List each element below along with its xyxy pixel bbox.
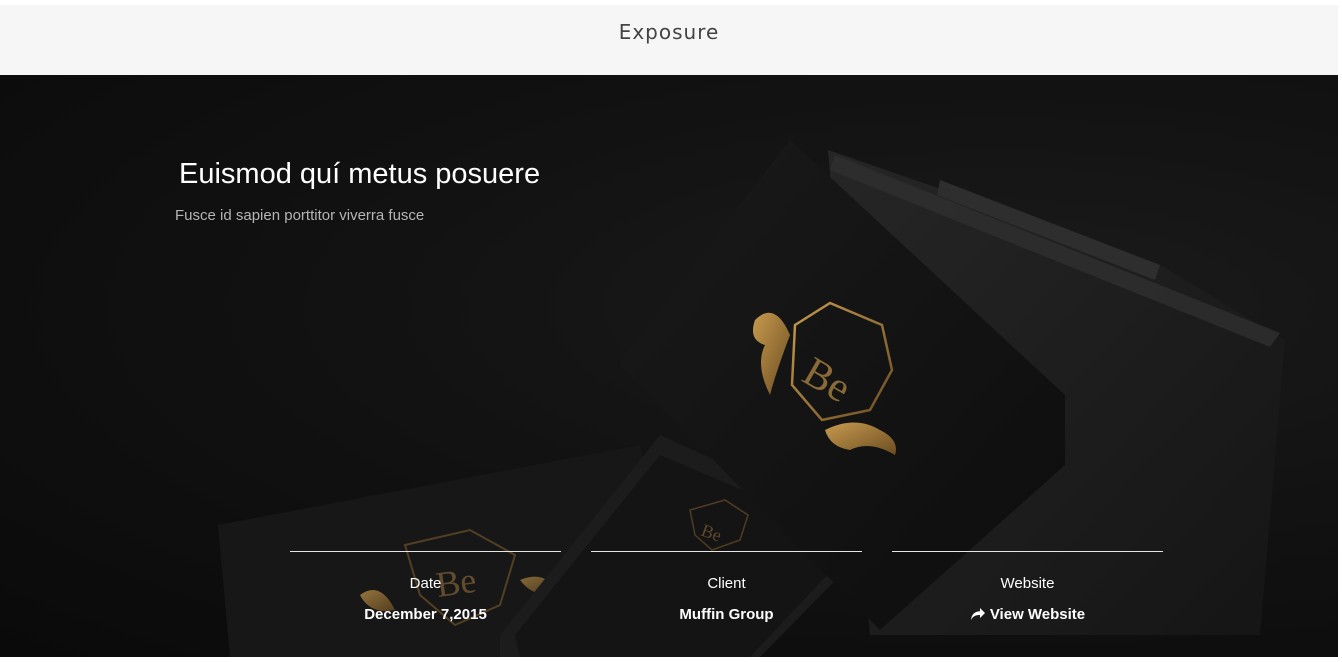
detail-date: Date December 7,2015 xyxy=(290,551,561,623)
detail-value: December 7,2015 xyxy=(364,606,487,623)
project-subheading: Fusce id sapien porttitor viverra fusce xyxy=(175,207,425,224)
view-website-link[interactable]: View Website xyxy=(970,606,1085,623)
detail-website: Website View Website xyxy=(892,551,1163,623)
detail-label: Client xyxy=(707,575,746,592)
project-hero: Be Be Be Euismod quí metus posuere Fusce… xyxy=(0,75,1338,657)
project-heading: Euismod quí metus posuere xyxy=(179,158,541,190)
page: Exposure Be Be Be Euismod quí metus posu… xyxy=(0,0,1342,662)
page-header: Exposure xyxy=(0,5,1338,75)
detail-client: Client Muffin Group xyxy=(591,551,862,623)
detail-label: Website xyxy=(1000,575,1055,592)
view-website-link-wrapper: View Website xyxy=(892,606,1163,623)
detail-label: Date xyxy=(409,575,442,592)
page-title: Exposure xyxy=(618,20,720,44)
share-arrow-icon xyxy=(970,608,985,620)
detail-value: Muffin Group xyxy=(679,606,774,623)
view-website-label: View Website xyxy=(989,606,1086,623)
